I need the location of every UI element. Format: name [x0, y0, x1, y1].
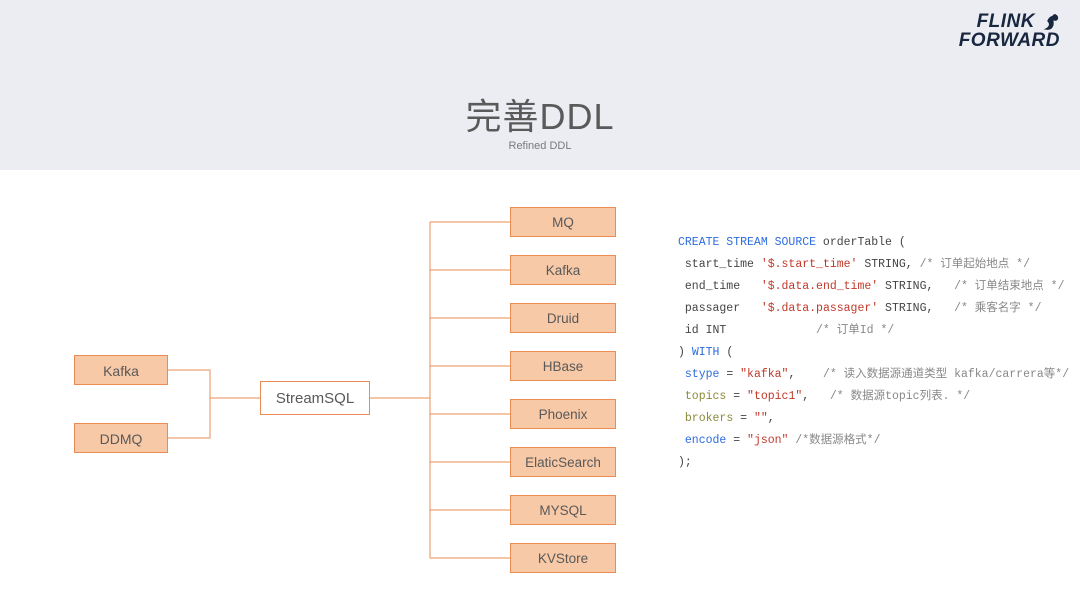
- logo-line2: FORWARD: [959, 32, 1060, 50]
- center-node-streamsql: StreamSQL: [260, 381, 370, 415]
- code-panel: CREATE STREAM SOURCE orderTable ( start_…: [678, 232, 1062, 474]
- page-title: 完善DDL: [0, 88, 1080, 140]
- output-node-hbase: HBase: [510, 351, 616, 381]
- output-node-druid: Druid: [510, 303, 616, 333]
- output-node-mq: MQ: [510, 207, 616, 237]
- output-node-phoenix: Phoenix: [510, 399, 616, 429]
- input-node-kafka: Kafka: [74, 355, 168, 385]
- output-node-elasticsearch: ElaticSearch: [510, 447, 616, 477]
- diagram: Kafka DDMQ StreamSQL MQ Kafka Druid HBas…: [0, 170, 660, 608]
- output-node-kafka: Kafka: [510, 255, 616, 285]
- output-node-kvstore: KVStore: [510, 543, 616, 573]
- logo: FLINK FORWARD: [959, 12, 1060, 50]
- logo-line1: FLINK: [977, 13, 1035, 31]
- squirrel-icon: [1038, 12, 1060, 32]
- output-node-mysql: MYSQL: [510, 495, 616, 525]
- page-subtitle: Refined DDL: [0, 140, 1080, 152]
- input-node-ddmq: DDMQ: [74, 423, 168, 453]
